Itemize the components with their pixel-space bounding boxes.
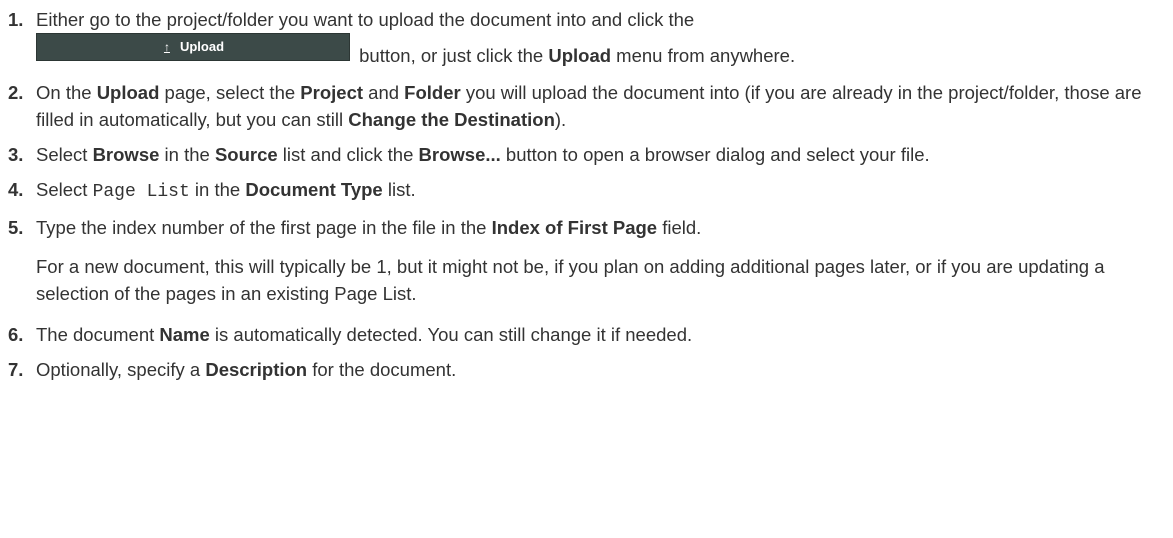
step-5-text-2: field. [657, 217, 702, 238]
step-2-text-3: and [363, 82, 405, 103]
step-5: 5. Type the index number of the first pa… [0, 214, 1173, 241]
step-3-text-1: Select [36, 144, 93, 165]
change-destination-name: Change the Destination [348, 109, 555, 130]
upload-row: ↑ Upload button, or just click the Upload… [36, 33, 1165, 71]
step-7: 7. Optionally, specify a Description for… [0, 356, 1173, 383]
document-type-list-name: Document Type [245, 179, 383, 200]
step-5-text-1: Type the index number of the first page … [36, 217, 492, 238]
step-6: 6. The document Name is automatically de… [0, 321, 1173, 348]
step-2: 2. On the Upload page, select the Projec… [0, 79, 1173, 133]
step-4-text-1: Select [36, 179, 93, 200]
step-2-text-5: ). [554, 109, 567, 130]
step-number: 7. [8, 359, 24, 380]
step-7-text-1: Optionally, specify a [36, 359, 206, 380]
project-field-name: Project [300, 82, 364, 103]
step-3-text-3: list and click the [277, 144, 419, 165]
step-number: 2. [8, 82, 24, 103]
step-4: 4. Select Page List in the Document Type… [0, 176, 1173, 206]
upload-button-label: Upload [179, 39, 225, 54]
step-5-note: For a new document, this will typically … [36, 256, 1105, 304]
upload-menu-name: Upload [548, 45, 612, 66]
step-number: 4. [8, 179, 24, 200]
step-1-after-text: button, or just click the [359, 45, 549, 66]
browse-button-name: Browse... [418, 144, 501, 165]
step-7-text-2: for the document. [307, 359, 457, 380]
step-6-text-2: is automatically detected. You can still… [209, 324, 693, 345]
source-list-name: Source [214, 144, 278, 165]
step-4-text-3: list. [382, 179, 416, 200]
step-number: 5. [8, 217, 24, 238]
upload-page-name: Upload [96, 82, 160, 103]
step-2-text-2: page, select the [159, 82, 301, 103]
step-4-text-2: in the [189, 179, 246, 200]
upload-arrow-icon: ↑ [163, 40, 170, 54]
step-6-text-1: The document [36, 324, 160, 345]
step-number: 1. [8, 9, 24, 30]
step-number: 6. [8, 324, 24, 345]
step-number: 3. [8, 144, 24, 165]
step-1-text: Either go to the project/folder you want… [36, 9, 695, 30]
step-1-tail: menu from anywhere. [611, 45, 796, 66]
step-2-text-1: On the [36, 82, 97, 103]
description-field-name: Description [205, 359, 308, 380]
step-5-note-item: For a new document, this will typically … [0, 253, 1173, 307]
browse-option-name: Browse [92, 144, 160, 165]
step-3-text-2: in the [159, 144, 215, 165]
step-3: 3. Select Browse in the Source list and … [0, 141, 1173, 168]
upload-button[interactable]: ↑ Upload [36, 33, 350, 61]
instruction-steps: 1. Either go to the project/folder you w… [0, 6, 1173, 383]
name-field-name: Name [159, 324, 210, 345]
step-3-text-4: button to open a browser dialog and sele… [500, 144, 930, 165]
step-1-after-button: button, or just click the Upload menu fr… [359, 41, 795, 71]
folder-field-name: Folder [404, 82, 461, 103]
step-1: 1. Either go to the project/folder you w… [0, 6, 1173, 71]
page-list-code: Page List [92, 182, 190, 202]
index-of-first-page-name: Index of First Page [491, 217, 658, 238]
